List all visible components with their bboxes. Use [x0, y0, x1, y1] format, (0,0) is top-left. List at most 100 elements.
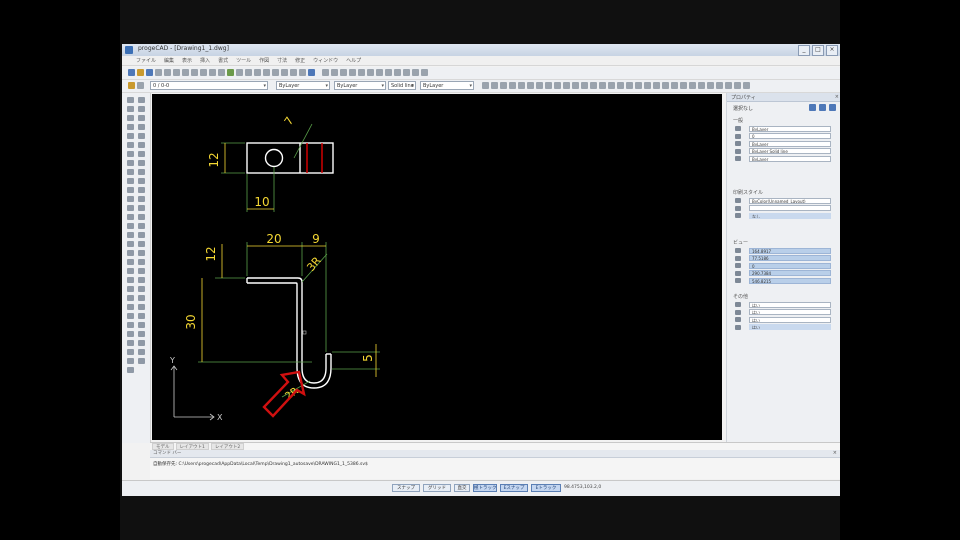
center-z-value[interactable]: 0	[749, 262, 831, 269]
tolerance-icon[interactable]	[626, 82, 633, 89]
dim-break-icon[interactable]	[725, 82, 732, 89]
center-x-value[interactable]: 164.8917	[749, 247, 831, 254]
snap-mode-button[interactable]: スナップ	[392, 484, 420, 492]
ellipse-tool-icon[interactable]	[127, 187, 134, 193]
ellipse-icon[interactable]	[554, 82, 561, 89]
color-combo[interactable]: ByLayer	[276, 81, 330, 90]
ordinate-icon[interactable]	[698, 82, 705, 89]
pan-icon[interactable]	[227, 69, 234, 76]
measure-tool-icon[interactable]	[138, 313, 145, 319]
text-icon[interactable]	[394, 69, 401, 76]
zoom-extents-icon[interactable]	[263, 69, 270, 76]
quick-dim-icon[interactable]	[689, 82, 696, 89]
drawing-canvas[interactable]: 12 7 10 20 9 12 3R 30 5 2R X Y	[152, 94, 722, 440]
menu-window[interactable]: ウィンドウ	[313, 57, 338, 64]
design-center-icon[interactable]	[290, 69, 297, 76]
leader-icon[interactable]	[617, 82, 624, 89]
esnap-mode-button[interactable]: Eスナップ	[500, 484, 528, 492]
new-icon[interactable]	[128, 69, 135, 76]
donut-tool-icon[interactable]	[127, 295, 134, 301]
grid-mode-button[interactable]: グリッド	[423, 484, 451, 492]
polygon-tool-icon[interactable]	[127, 133, 134, 139]
layer-property-value[interactable]: 0	[749, 133, 831, 139]
linestyle-combo[interactable]: ByLayer	[420, 81, 474, 90]
layer-bulb-icon[interactable]	[137, 82, 144, 89]
color-property-value[interactable]: ByLayer	[749, 125, 831, 132]
dim-radius-icon[interactable]	[590, 82, 597, 89]
rotate-tool-icon[interactable]	[138, 151, 145, 157]
mtext-icon[interactable]	[403, 69, 410, 76]
polyline-icon[interactable]	[500, 82, 507, 89]
dim-linear-icon[interactable]	[572, 82, 579, 89]
polar-tracking-button[interactable]: 極トラック	[473, 484, 497, 492]
minimize-button[interactable]: _	[798, 45, 810, 56]
infinite-line-tool-icon[interactable]	[127, 106, 134, 112]
boundary-tool-icon[interactable]	[127, 331, 134, 337]
layer-state-icon[interactable]	[331, 69, 338, 76]
paste-icon[interactable]	[191, 69, 198, 76]
rectangle-tool-icon[interactable]	[127, 142, 134, 148]
menu-draw[interactable]: 作図	[259, 57, 269, 64]
edit-hatch-tool-icon[interactable]	[138, 277, 145, 283]
match-properties-icon[interactable]	[200, 69, 207, 76]
preview-icon[interactable]	[164, 69, 171, 76]
match-tool-icon[interactable]	[138, 331, 145, 337]
line-icon[interactable]	[482, 82, 489, 89]
close-button[interactable]: ×	[826, 45, 838, 56]
lineweight-property-value[interactable]: ByLayer Solid line	[749, 148, 831, 154]
solid-tool-icon[interactable]	[127, 304, 134, 310]
redraw-icon[interactable]	[272, 69, 279, 76]
ucs-name-value[interactable]: はい	[749, 324, 831, 330]
break-point-tool-icon[interactable]	[138, 205, 145, 211]
mirror-tool-icon[interactable]	[138, 115, 145, 121]
ray-icon[interactable]	[491, 82, 498, 89]
line-tool-icon[interactable]	[127, 97, 134, 103]
help-icon[interactable]	[308, 69, 315, 76]
layer-previous-icon[interactable]	[340, 69, 347, 76]
region-icon[interactable]	[421, 69, 428, 76]
plot-table-value[interactable]	[749, 205, 831, 211]
tool-palette-icon[interactable]	[299, 69, 306, 76]
polygon-icon[interactable]	[509, 82, 516, 89]
dim-update-icon[interactable]	[653, 82, 660, 89]
menu-tools[interactable]: ツール	[236, 57, 251, 64]
wipeout-tool-icon[interactable]	[127, 286, 134, 292]
select-objects-icon[interactable]	[819, 104, 826, 111]
hatch-icon[interactable]	[385, 69, 392, 76]
region-tool-icon[interactable]	[127, 250, 134, 256]
explode-tool-icon[interactable]	[138, 250, 145, 256]
align-tool-icon[interactable]	[138, 295, 145, 301]
menu-file[interactable]: ファイル	[136, 57, 156, 64]
trim-tool-icon[interactable]	[138, 187, 145, 193]
block-icon[interactable]	[349, 69, 356, 76]
center-y-value[interactable]: 77.5186	[749, 255, 831, 261]
transparency-property-value[interactable]: ByLayer	[749, 155, 831, 162]
group-tool-icon[interactable]	[138, 349, 145, 355]
table-icon[interactable]	[412, 69, 419, 76]
arc-length-icon[interactable]	[707, 82, 714, 89]
center-mark-icon[interactable]	[635, 82, 642, 89]
rectangle-icon[interactable]	[518, 82, 525, 89]
dim-baseline-icon[interactable]	[671, 82, 678, 89]
dim-aligned-icon[interactable]	[581, 82, 588, 89]
lineweight-combo[interactable]: Solid line	[388, 81, 416, 90]
zoom-window-icon[interactable]	[245, 69, 252, 76]
draworder-tool-icon[interactable]	[138, 340, 145, 346]
insert-tool-icon[interactable]	[127, 205, 134, 211]
layer-manager-icon[interactable]	[128, 82, 135, 89]
sketch-tool-icon[interactable]	[127, 322, 134, 328]
cloud-tool-icon[interactable]	[127, 169, 134, 175]
ucs-viewport-value[interactable]: はい	[749, 316, 831, 323]
layer-combo[interactable]: 0 / 0-0	[150, 81, 268, 90]
properties-close-button[interactable]: ×	[835, 94, 839, 100]
chamfer-tool-icon[interactable]	[138, 232, 145, 238]
copy-icon[interactable]	[182, 69, 189, 76]
box-tool-icon[interactable]	[127, 358, 134, 364]
xref-icon[interactable]	[367, 69, 374, 76]
undo-icon[interactable]	[209, 69, 216, 76]
quick-select-icon[interactable]	[809, 104, 816, 111]
zoom-previous-icon[interactable]	[254, 69, 261, 76]
erase-tool-icon[interactable]	[138, 97, 145, 103]
properties-tool-icon[interactable]	[138, 322, 145, 328]
properties-icon[interactable]	[281, 69, 288, 76]
